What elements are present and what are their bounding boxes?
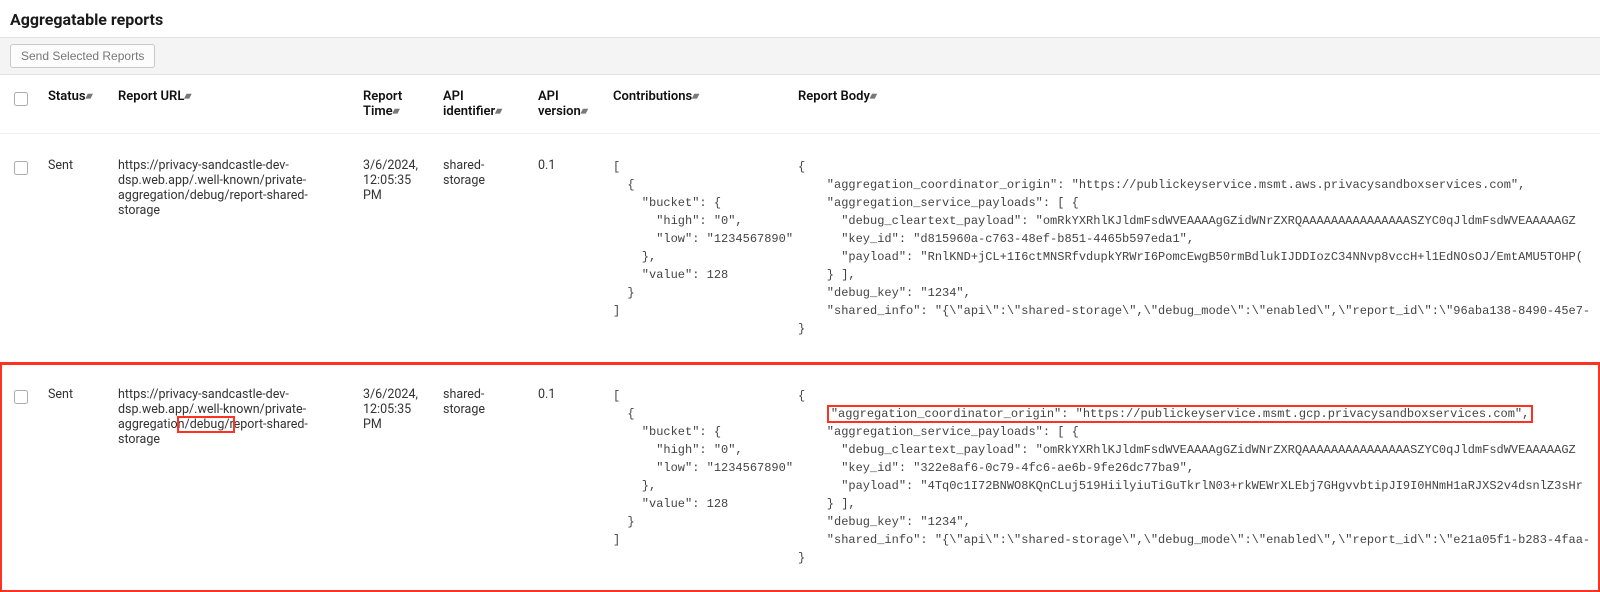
url-text: https://privacy-sandcastle-dev-dsp.web.a…: [118, 387, 308, 447]
col-report-time[interactable]: Report Time▴▾: [355, 75, 435, 134]
cell-url: https://privacy-sandcastle-dev-dsp.web.a…: [110, 134, 355, 363]
cell-version: 0.1: [530, 134, 605, 363]
cell-report-body: { "aggregation_coordinator_origin": "htt…: [790, 363, 1600, 592]
cell-time: 3/6/2024, 12:05:35 PM: [355, 134, 435, 363]
toolbar: Send Selected Reports: [0, 37, 1600, 75]
page-title: Aggregatable reports: [10, 10, 1600, 29]
table-header-row: Status▴▾ Report URL▴▾ Report Time▴▾ API …: [0, 75, 1600, 134]
col-contributions[interactable]: Contributions▴▾: [605, 75, 790, 134]
table-row: Sent https://privacy-sandcastle-dev-dsp.…: [0, 134, 1600, 363]
col-report-body[interactable]: Report Body▴▾: [790, 75, 1600, 134]
col-api-version[interactable]: API version▴▾: [530, 75, 605, 134]
cell-api: shared-storage: [435, 134, 530, 363]
row-checkbox[interactable]: [14, 161, 28, 175]
cell-url: https://privacy-sandcastle-dev-dsp.web.a…: [110, 363, 355, 592]
cell-contributions: [ { "bucket": { "high": "0", "low": "123…: [605, 363, 790, 592]
cell-version: 0.1: [530, 363, 605, 592]
reports-table: Status▴▾ Report URL▴▾ Report Time▴▾ API …: [0, 75, 1600, 592]
highlight-coordinator-origin: "aggregation_coordinator_origin": "https…: [827, 405, 1534, 423]
select-all-cell: [0, 75, 40, 134]
select-all-checkbox[interactable]: [14, 92, 28, 106]
row-checkbox[interactable]: [14, 390, 28, 404]
cell-api: shared-storage: [435, 363, 530, 592]
cell-status: Sent: [40, 134, 110, 363]
cell-time: 3/6/2024, 12:05:35 PM: [355, 363, 435, 592]
cell-status: Sent: [40, 363, 110, 592]
highlight-debug-path: n/debug/r: [178, 417, 234, 432]
col-api-identifier[interactable]: API identifier▴▾: [435, 75, 530, 134]
col-report-url[interactable]: Report URL▴▾: [110, 75, 355, 134]
send-selected-button[interactable]: Send Selected Reports: [10, 44, 155, 68]
cell-contributions: [ { "bucket": { "high": "0", "low": "123…: [605, 134, 790, 363]
cell-report-body: { "aggregation_coordinator_origin": "htt…: [790, 134, 1600, 363]
table-row: Sent https://privacy-sandcastle-dev-dsp.…: [0, 363, 1600, 592]
col-status[interactable]: Status▴▾: [40, 75, 110, 134]
